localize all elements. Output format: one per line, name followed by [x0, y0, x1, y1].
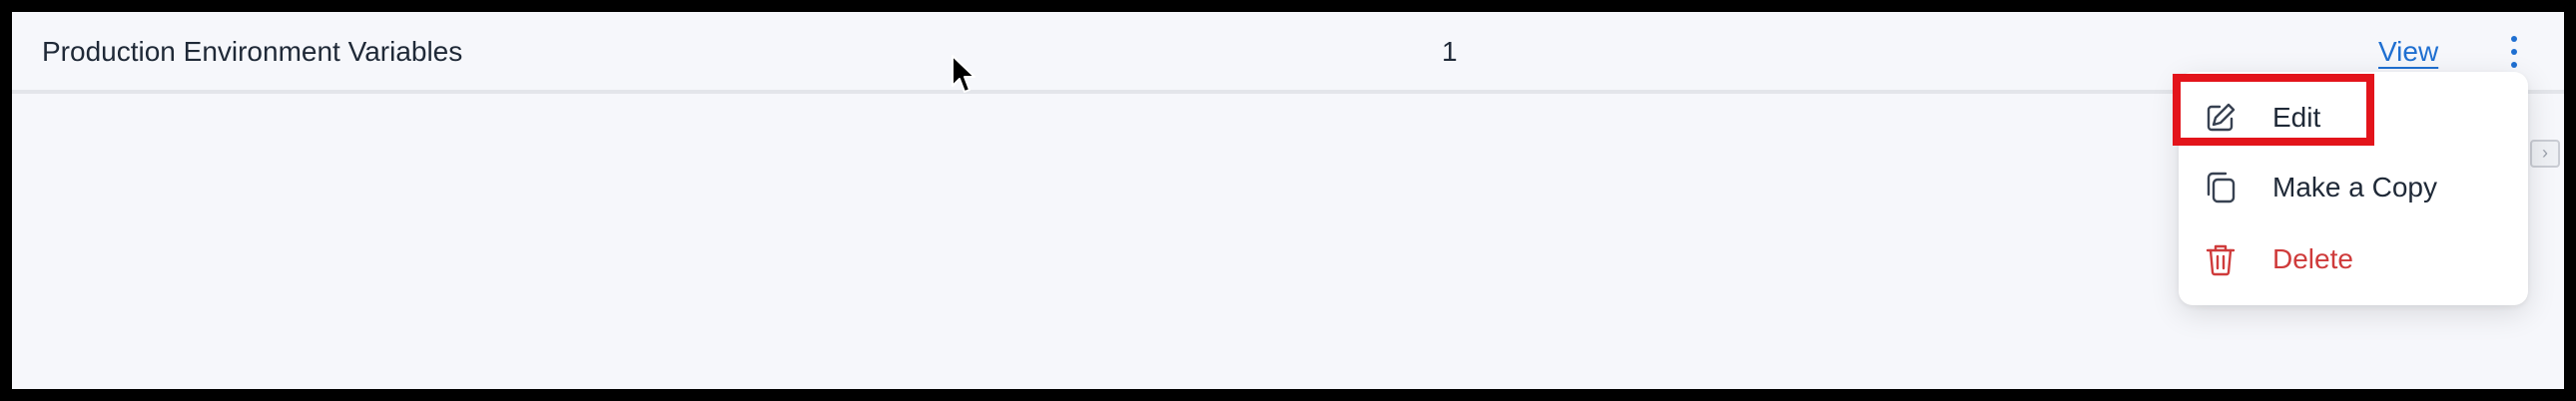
mouse-cursor-icon — [952, 55, 975, 93]
kebab-dot — [2511, 62, 2517, 68]
more-options-icon[interactable] — [2502, 32, 2526, 72]
kebab-dot — [2511, 49, 2517, 55]
menu-item-label: Delete — [2272, 243, 2353, 274]
kebab-dot — [2511, 36, 2517, 42]
row-actions-menu: Edit Make a Copy Delete — [2179, 72, 2528, 305]
scroll-right-icon[interactable]: › — [2530, 140, 2560, 168]
menu-item-make-a-copy[interactable]: Make a Copy — [2179, 154, 2528, 221]
variable-count: 1 — [1442, 36, 1458, 67]
trash-icon — [2206, 244, 2236, 276]
menu-item-delete[interactable]: Delete — [2179, 225, 2528, 293]
view-link[interactable]: View — [2378, 34, 2438, 70]
menu-item-edit[interactable]: Edit — [2179, 84, 2528, 152]
pencil-icon — [2207, 103, 2236, 132]
copy-icon — [2207, 172, 2236, 203]
menu-item-label: Edit — [2272, 102, 2321, 133]
variable-set-name: Production Environment Variables — [42, 36, 463, 67]
menu-item-label: Make a Copy — [2272, 172, 2437, 202]
table-panel: Production Environment Variables 1 View … — [12, 12, 2564, 389]
